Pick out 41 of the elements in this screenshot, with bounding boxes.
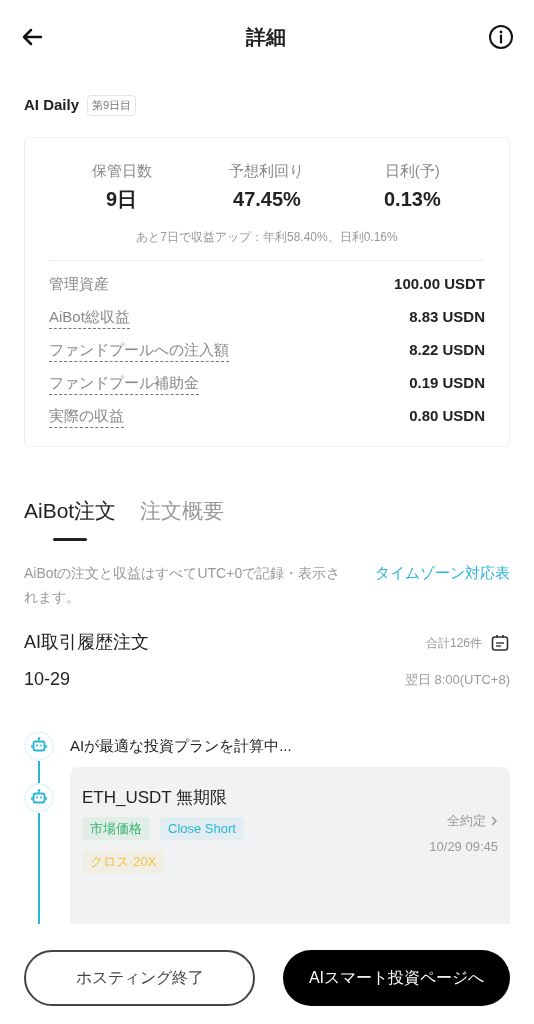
info-icon[interactable] (488, 24, 514, 50)
row-value: 100.00 USDT (394, 274, 485, 294)
row-label[interactable]: ファンドプールへの注入額 (49, 338, 229, 362)
row-label[interactable]: AiBot総収益 (49, 305, 130, 329)
history-title: AI取引履歴注文 (24, 631, 149, 654)
calendar-icon[interactable] (490, 632, 510, 653)
order-time: 10/29 09:45 (429, 837, 498, 856)
page-title: 詳細 (246, 25, 286, 50)
stat-label: 日利(予) (384, 160, 440, 181)
stat-value: 9日 (106, 187, 138, 212)
stat-value: 47.45% (233, 187, 301, 212)
status-text: AIが最適な投資プランを計算中... (70, 736, 292, 756)
order-card[interactable]: ETH_USDT 無期限 市場価格 Close Short クロス·20X 全約定 10/29 09:45 (70, 767, 510, 924)
tab[interactable]: AiBot注文 (24, 494, 117, 541)
row-value: 8.22 USDN (409, 339, 485, 360)
settlement-time: 翌日 8:00(UTC+8) (404, 670, 510, 689)
secondary-button[interactable]: ホスティング終了 (24, 950, 255, 1006)
row-value: 0.19 USDN (409, 372, 485, 393)
day-badge: 第9日目 (87, 95, 137, 116)
order-pair: ETH_USDT 無期限 (82, 787, 229, 809)
primary-button[interactable]: AIスマート投資ページへ (283, 950, 510, 1006)
tab[interactable]: 注文概要 (140, 494, 225, 541)
order-tag: 市場価格 (82, 816, 150, 840)
order-tag: クロス·20X (82, 850, 165, 874)
order-status: 全約定 (447, 812, 486, 830)
order-count: 合計126件 (425, 634, 482, 652)
stat-label: 予想利回り (229, 160, 305, 181)
row-value: 0.80 USDN (409, 405, 485, 426)
chevron-right-icon[interactable] (490, 814, 498, 827)
stat-label: 保管日数 (91, 160, 152, 181)
row-value: 8.83 USDN (409, 306, 485, 327)
stats-note: あと7日で収益アップ：年利58.40%、日利0.16% (135, 229, 399, 246)
timezone-notice: AiBotの注文と収益はすべてUTC+0で記録・表示されます。 (24, 564, 342, 607)
timezone-link[interactable]: タイムゾーン対応表 (375, 561, 510, 609)
stat-value: 0.13% (383, 187, 441, 212)
row-label: 管理資産 (49, 274, 109, 295)
order-tag: Close Short (160, 816, 244, 840)
row-label[interactable]: ファンドプール補助金 (49, 371, 199, 395)
plan-name: AI Daily (24, 95, 80, 115)
history-date: 10-29 (24, 668, 71, 691)
row-label[interactable]: 実際の収益 (49, 404, 124, 428)
